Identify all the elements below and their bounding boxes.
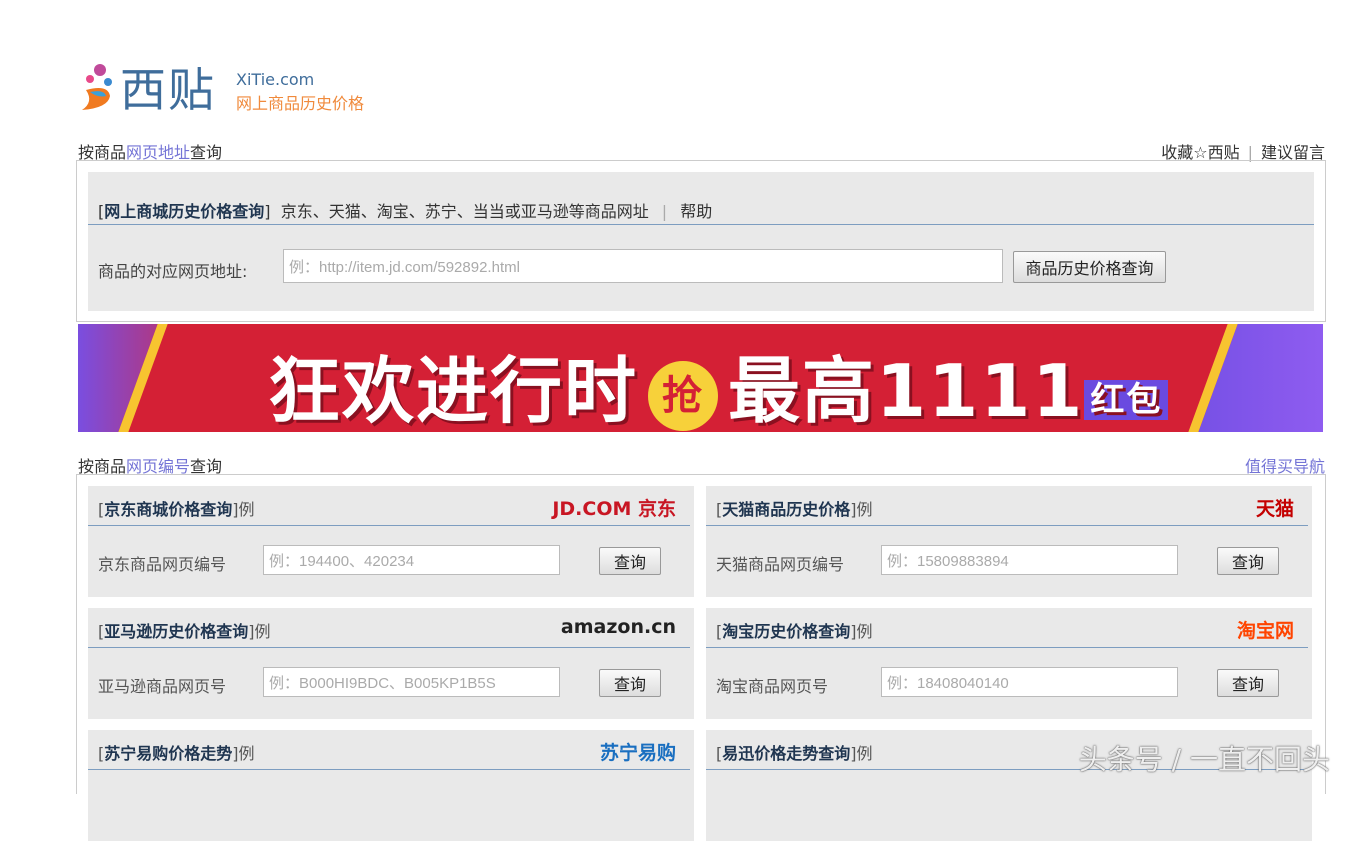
item-id-input[interactable]: 例：15809883894 — [881, 545, 1178, 575]
url-query-title: [网上商城历史价格查询] 京东、天猫、淘宝、苏宁、当当或亚马逊等商品网址 | 帮… — [98, 198, 712, 222]
logo-tagline: 网上商品历史价格 — [236, 90, 364, 114]
example-link[interactable]: 例 — [239, 744, 255, 763]
site-logo[interactable]: 西贴 XiTie.com 网上商品历史价格 — [78, 58, 388, 116]
divider-line — [88, 769, 690, 770]
footprint-logo-icon — [78, 62, 118, 112]
query-card: [淘宝历史价格查询]例 淘宝网 淘宝商品网页号 例：18408040140 查询 — [706, 608, 1312, 719]
example-link[interactable]: 例 — [239, 500, 255, 519]
panel-desc: 京东、天猫、淘宝、苏宁、当当或亚马逊等商品网址 — [281, 202, 649, 221]
watermark: 头条号 / 一直不回头 — [1079, 738, 1330, 778]
store-logo-icon: 天猫 — [1256, 494, 1294, 521]
card-title: [淘宝历史价格查询]例 — [716, 618, 873, 642]
logo-brand: 西贴 — [120, 54, 216, 120]
item-id-input[interactable]: 例：18408040140 — [881, 667, 1178, 697]
card-title-text: 易迅价格走势查询 — [722, 744, 850, 763]
store-logo-icon: 淘宝网 — [1237, 616, 1294, 643]
history-price-query-button[interactable]: 商品历史价格查询 — [1013, 251, 1166, 283]
example-link[interactable]: 例 — [857, 500, 873, 519]
url-input[interactable]: 例：http://item.jd.com/592892.html — [283, 249, 1003, 283]
query-card: [亚马逊历史价格查询]例 amazon.cn 亚马逊商品网页号 例：B000HI… — [88, 608, 694, 719]
item-id-input[interactable]: 例：B000HI9BDC、B005KP1B5S — [263, 667, 560, 697]
banner-badge: 抢 — [648, 361, 718, 431]
divider-line — [88, 224, 1314, 225]
query-card: [天猫商品历史价格]例 天猫 天猫商品网页编号 例：15809883894 查询 — [706, 486, 1312, 597]
url-query-panel: [网上商城历史价格查询] 京东、天猫、淘宝、苏宁、当当或亚马逊等商品网址 | 帮… — [76, 160, 1326, 322]
query-button[interactable]: 查询 — [1217, 669, 1279, 697]
query-button[interactable]: 查询 — [1217, 547, 1279, 575]
divider: | — [662, 202, 667, 221]
query-button[interactable]: 查询 — [599, 547, 661, 575]
panel-title: 网上商城历史价格查询 — [104, 202, 264, 221]
store-logo-icon: amazon.cn — [561, 616, 676, 638]
logo-domain: XiTie.com — [236, 70, 314, 89]
banner-tag: 红包 — [1084, 380, 1168, 420]
query-button[interactable]: 查询 — [599, 669, 661, 697]
help-link[interactable]: 帮助 — [680, 202, 712, 221]
card-title-text: 亚马逊历史价格查询 — [104, 622, 248, 641]
card-title: [易迅价格走势查询]例 — [716, 740, 873, 764]
query-card: [京东商城价格查询]例 JD.COM 京东 京东商品网页编号 例：194400、… — [88, 486, 694, 597]
card-label: 京东商品网页编号 — [98, 551, 226, 575]
query-card: [苏宁易购价格走势]例 苏宁易购 — [88, 730, 694, 841]
card-title: [京东商城价格查询]例 — [98, 496, 255, 520]
banner-text2: 最高1111 — [728, 349, 1084, 432]
banner-text1: 狂欢进行时 — [268, 349, 638, 432]
store-logo-icon: 苏宁易购 — [600, 738, 676, 765]
divider-line — [88, 525, 690, 526]
divider-line — [88, 647, 690, 648]
card-title-text: 天猫商品历史价格 — [722, 500, 850, 519]
card-title: [苏宁易购价格走势]例 — [98, 740, 255, 764]
divider-line — [706, 647, 1308, 648]
card-label: 亚马逊商品网页号 — [98, 673, 226, 697]
promo-banner[interactable]: 狂欢进行时抢最高1111红包 — [78, 324, 1323, 432]
card-title: [亚马逊历史价格查询]例 — [98, 618, 271, 642]
card-title-text: 苏宁易购价格走势 — [104, 744, 232, 763]
example-link[interactable]: 例 — [857, 622, 873, 641]
card-label: 淘宝商品网页号 — [716, 673, 828, 697]
example-link[interactable]: 例 — [255, 622, 271, 641]
card-title-text: 京东商城价格查询 — [104, 500, 232, 519]
card-title: [天猫商品历史价格]例 — [716, 496, 873, 520]
store-logo-icon: JD.COM 京东 — [552, 494, 676, 521]
card-label: 天猫商品网页编号 — [716, 551, 844, 575]
item-id-input[interactable]: 例：194400、420234 — [263, 545, 560, 575]
divider-line — [706, 525, 1308, 526]
url-label: 商品的对应网页地址: — [98, 258, 247, 282]
example-link[interactable]: 例 — [857, 744, 873, 763]
card-title-text: 淘宝历史价格查询 — [722, 622, 850, 641]
banner-text: 狂欢进行时抢最高1111红包 — [268, 332, 1168, 432]
